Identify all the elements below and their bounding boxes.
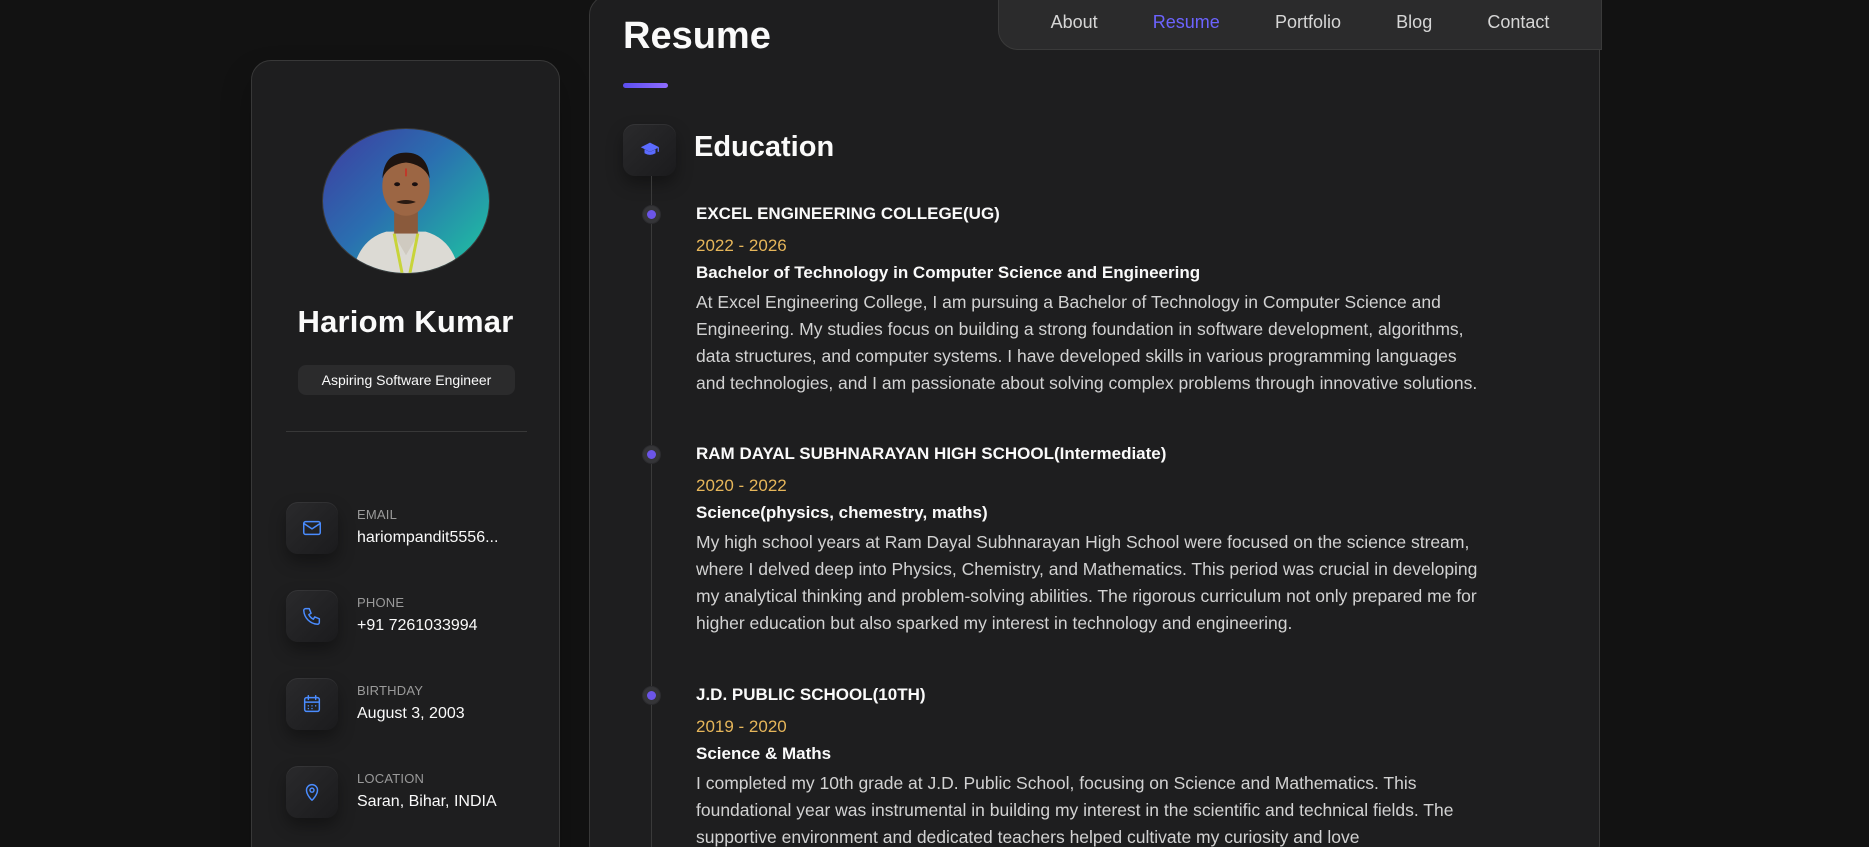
contact-label: BIRTHDAY: [357, 683, 424, 698]
avatar: [322, 128, 490, 274]
entry-degree: Science & Maths: [696, 744, 832, 763]
page: Hariom Kumar Aspiring Software Engineer …: [0, 0, 1869, 847]
birthday-value: August 3, 2003: [357, 705, 465, 722]
entry-description: I completed my 10th grade at J.D. Public…: [696, 773, 1454, 847]
timeline-item: RAM DAYAL SUBHNARAYAN HIGH SCHOOL(Interm…: [696, 443, 1496, 637]
page-title: Resume: [623, 15, 771, 57]
entry-school: EXCEL ENGINEERING COLLEGE(UG): [696, 204, 1000, 223]
profile-name: Hariom Kumar: [297, 304, 514, 339]
nav-link-blog[interactable]: Blog: [1396, 12, 1432, 33]
phone-link[interactable]: +91 7261033994: [357, 617, 478, 635]
contact-item-phone: PHONE +91 7261033994: [286, 590, 546, 646]
entry-school: RAM DAYAL SUBHNARAYAN HIGH SCHOOL(Interm…: [696, 444, 1167, 463]
mail-icon: [286, 502, 338, 554]
entry-years: 2022 - 2026: [696, 236, 787, 255]
nav-link-resume[interactable]: Resume: [1153, 12, 1220, 33]
avatar-portrait: [352, 152, 460, 273]
entry-school: J.D. PUBLIC SCHOOL(10TH): [696, 685, 926, 704]
entry-description: My high school years at Ram Dayal Subhna…: [696, 532, 1478, 633]
sidebar-separator: [286, 431, 527, 432]
contact-item-birthday: BIRTHDAY August 3, 2003: [286, 678, 546, 734]
timeline-dot: [643, 446, 660, 463]
timeline-item: EXCEL ENGINEERING COLLEGE(UG) 2022 - 202…: [696, 203, 1496, 397]
phone-icon: [286, 590, 338, 642]
contact-item-location: LOCATION Saran, Bihar, INDIA: [286, 766, 546, 822]
calendar-icon: [286, 678, 338, 730]
entry-years: 2020 - 2022: [696, 476, 787, 495]
timeline-dot: [643, 206, 660, 223]
nav-link-contact[interactable]: Contact: [1487, 12, 1549, 33]
profile-sidebar: Hariom Kumar Aspiring Software Engineer …: [251, 60, 560, 847]
contact-label: PHONE: [357, 595, 405, 610]
contact-label: LOCATION: [357, 771, 425, 786]
email-link[interactable]: hariompandit5556...: [357, 529, 498, 547]
section-title-education: Education: [694, 131, 835, 163]
nav-link-about[interactable]: About: [1051, 12, 1098, 33]
location-pin-icon: [286, 766, 338, 818]
timeline-item: J.D. PUBLIC SCHOOL(10TH) 2019 - 2020 Sci…: [696, 684, 1496, 847]
nav-link-portfolio[interactable]: Portfolio: [1275, 12, 1341, 33]
entry-description: At Excel Engineering College, I am pursu…: [696, 292, 1478, 393]
contact-label: EMAIL: [357, 507, 398, 522]
graduation-cap-icon: [623, 124, 676, 176]
entry-years: 2019 - 2020: [696, 717, 787, 736]
entry-degree: Bachelor of Technology in Computer Scien…: [696, 263, 1201, 282]
profile-title-badge: Aspiring Software Engineer: [298, 365, 515, 395]
top-navbar: About Resume Portfolio Blog Contact: [998, 0, 1602, 50]
title-underline: [623, 83, 668, 88]
entry-degree: Science(physics, chemestry, maths): [696, 503, 988, 522]
timeline-line: [651, 176, 652, 847]
location-value: Saran, Bihar, INDIA: [357, 793, 497, 810]
contact-item-email: EMAIL hariompandit5556...: [286, 502, 546, 558]
timeline-dot: [643, 687, 660, 704]
